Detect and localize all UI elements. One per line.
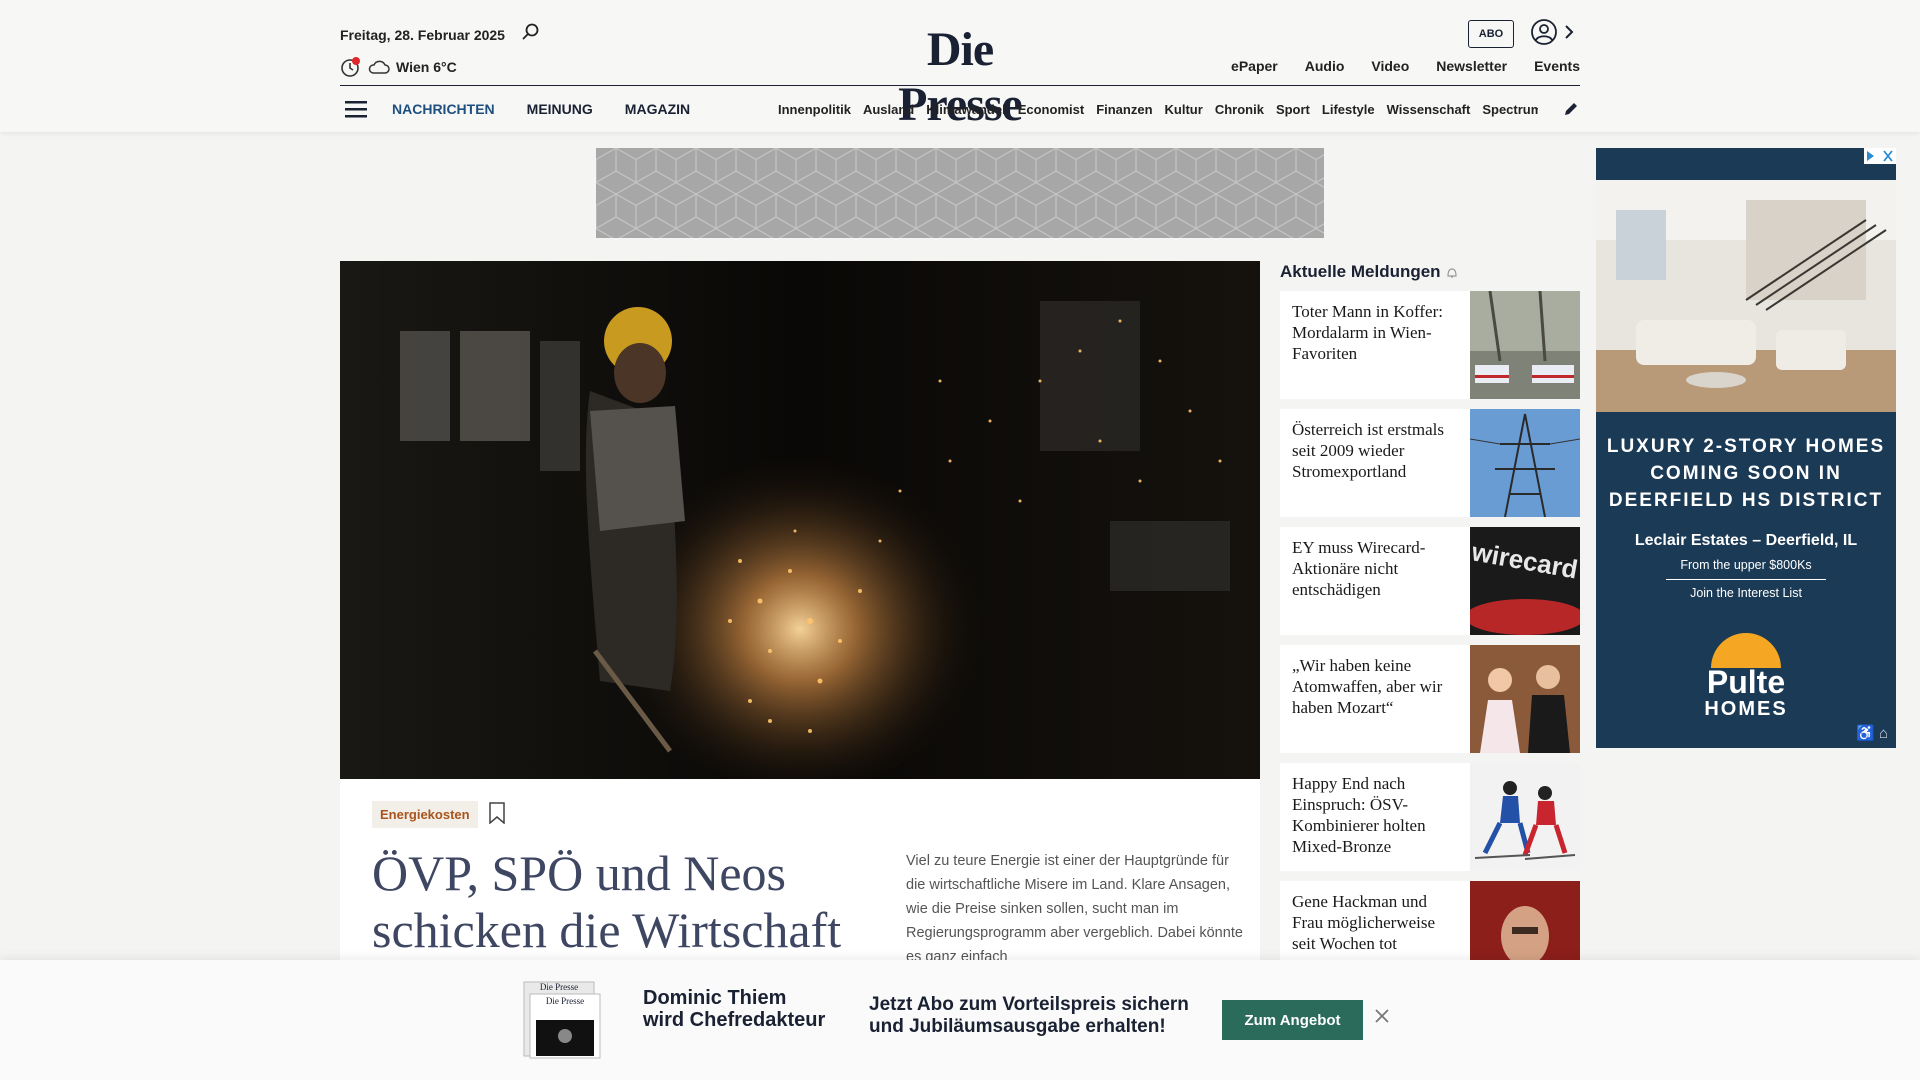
section-wissenschaft[interactable]: Wissenschaft	[1387, 102, 1471, 117]
nav-magazin[interactable]: MAGAZIN	[625, 101, 690, 117]
ad-cta-link[interactable]: Join the Interest List	[1596, 586, 1896, 600]
bell-icon[interactable]	[1445, 266, 1459, 280]
news-section-title: Aktuelle Meldungen	[1280, 262, 1459, 282]
ad-headline-line: COMING SOON IN	[1650, 463, 1842, 484]
news-item-text: Österreich ist erstmals seit 2009 wieder…	[1292, 420, 1445, 481]
bookmark-icon[interactable]	[488, 802, 506, 824]
article-tag[interactable]: Energiekosten	[372, 801, 478, 828]
section-lifestyle[interactable]: Lifestyle	[1322, 102, 1375, 117]
link-audio[interactable]: Audio	[1305, 58, 1345, 74]
section-klimawandel[interactable]: Klimawandel	[926, 102, 1005, 117]
abo-button[interactable]: ABO	[1468, 20, 1514, 48]
promo-name-line: wird Chefredakteur	[643, 1009, 826, 1031]
paper-logo-front: Die Presse	[546, 996, 584, 1006]
nav-nachrichten[interactable]: NACHRICHTEN	[392, 101, 495, 117]
promo-text-line: und Jubiläumsausgabe erhalten!	[869, 1016, 1166, 1037]
ad-location: Leclair Estates – Deerfield, IL	[1634, 532, 1858, 549]
news-item[interactable]: EY muss Wirecard-Aktionäre nicht entschä…	[1280, 527, 1580, 635]
hamburger-menu-icon[interactable]	[345, 100, 367, 118]
ad-divider	[1666, 579, 1826, 580]
search-icon[interactable]	[521, 22, 541, 42]
newspaper-stack-image: Die Presse Die Presse	[523, 981, 601, 1059]
news-item[interactable]: Österreich ist erstmals seit 2009 wieder…	[1280, 409, 1580, 517]
news-item-text: Gene Hackman und Frau möglicherweise sei…	[1292, 892, 1436, 953]
news-item[interactable]: Toter Mann in Koffer: Mordalarm in Wien-…	[1280, 291, 1580, 399]
close-icon[interactable]	[1374, 1008, 1390, 1024]
promo-name-line: Dominic Thiem	[643, 987, 787, 1009]
subscription-promo-bar: Die Presse Die Presse Dominic Thiem wird…	[0, 960, 1920, 1080]
pencil-icon[interactable]	[1562, 100, 1580, 118]
cloud-icon	[368, 60, 390, 74]
section-economist[interactable]: Economist	[1018, 102, 1084, 117]
section-chronik[interactable]: Chronik	[1215, 102, 1264, 117]
header-inner: Freitag, 28. Februar 2025 Wien 6°C Die P…	[340, 0, 1580, 132]
sidebar-ad[interactable]: LUXURY 2-STORY HOMES COMING SOON IN DEER…	[1596, 148, 1896, 748]
top-links: ePaper Audio Video Newsletter Events	[1231, 58, 1580, 74]
news-item-thumbnail	[1470, 645, 1580, 753]
promo-text-line: Jetzt Abo zum Vorteilspreis sichern	[869, 994, 1189, 1015]
site-header: Freitag, 28. Februar 2025 Wien 6°C Die P…	[0, 0, 1920, 132]
hero-image[interactable]	[340, 261, 1260, 779]
ad-interior-photo	[1596, 180, 1896, 412]
ad-headline-line: LUXURY 2-STORY HOMES	[1606, 436, 1886, 457]
ad-price: From the upper $800Ks	[1680, 558, 1812, 572]
section-innenpolitik[interactable]: Innenpolitik	[778, 102, 851, 117]
user-account-icon[interactable]	[1530, 18, 1558, 46]
promo-offer-button[interactable]: Zum Angebot	[1222, 1000, 1363, 1040]
link-epaper[interactable]: ePaper	[1231, 58, 1278, 74]
news-item-thumbnail	[1470, 409, 1580, 517]
ad-brand-top: Pulte	[1707, 664, 1785, 700]
banner-ad-placeholder[interactable]	[596, 148, 1324, 238]
history-icon[interactable]	[340, 56, 362, 78]
main-nav: NACHRICHTEN MEINUNG MAGAZIN	[392, 101, 690, 117]
weather-label: Wien 6°C	[396, 59, 457, 75]
article-teaser: Viel zu teure Energie ist einer der Haup…	[906, 853, 1243, 965]
paper-logo-back: Die Presse	[540, 982, 578, 992]
link-newsletter[interactable]: Newsletter	[1436, 58, 1507, 74]
news-item-text: EY muss Wirecard-Aktionäre nicht entschä…	[1292, 538, 1426, 599]
news-item-thumbnail	[1470, 291, 1580, 399]
ad-choices-icon[interactable]	[1864, 148, 1896, 164]
news-title-label: Aktuelle Meldungen	[1280, 262, 1441, 281]
ad-headline-line: DEERFIELD HS DISTRICT	[1608, 490, 1884, 511]
section-kultur[interactable]: Kultur	[1165, 102, 1203, 117]
section-nav: Innenpolitik Ausland Klimawandel Economi…	[778, 102, 1538, 117]
ad-headline: LUXURY 2-STORY HOMES COMING SOON IN DEER…	[1596, 433, 1896, 514]
news-item[interactable]: „Wir haben keine Atomwaffen, aber wir ha…	[1280, 645, 1580, 753]
pulte-homes-logo: Pulte HOMES	[1704, 633, 1787, 720]
chevron-right-icon[interactable]	[1562, 22, 1576, 42]
article-headline[interactable]: ÖVP, SPÖ und Neos schicken die Wirtschaf…	[372, 845, 892, 959]
news-item-thumbnail	[1470, 763, 1580, 871]
steelworker-photo	[340, 261, 1260, 779]
promo-text: Jetzt Abo zum Vorteilspreis sichern und …	[869, 994, 1189, 1038]
news-item-text: Toter Mann in Koffer: Mordalarm in Wien-…	[1292, 302, 1443, 363]
news-item-thumbnail: wirecard	[1470, 527, 1580, 635]
news-item-text: Happy End nach Einspruch: ÖSV-Kombiniere…	[1292, 774, 1426, 856]
weather-widget[interactable]: Wien 6°C	[340, 56, 457, 78]
section-finanzen[interactable]: Finanzen	[1096, 102, 1152, 117]
section-ausland[interactable]: Ausland	[863, 102, 914, 117]
section-spectrum[interactable]: Spectrum	[1482, 102, 1538, 117]
ad-accessibility-icons: ♿ ⌂	[1856, 725, 1888, 742]
news-item[interactable]: Happy End nach Einspruch: ÖSV-Kombiniere…	[1280, 763, 1580, 871]
link-video[interactable]: Video	[1371, 58, 1409, 74]
hex-pattern	[596, 148, 1324, 238]
link-events[interactable]: Events	[1534, 58, 1580, 74]
current-date: Freitag, 28. Februar 2025	[340, 27, 505, 43]
ad-brand-bottom: HOMES	[1704, 698, 1787, 720]
nav-meinung[interactable]: MEINUNG	[527, 101, 593, 117]
header-divider	[340, 85, 1580, 86]
news-item-text: „Wir haben keine Atomwaffen, aber wir ha…	[1292, 656, 1443, 717]
section-sport[interactable]: Sport	[1276, 102, 1310, 117]
promo-name: Dominic Thiem wird Chefredakteur	[643, 987, 825, 1031]
